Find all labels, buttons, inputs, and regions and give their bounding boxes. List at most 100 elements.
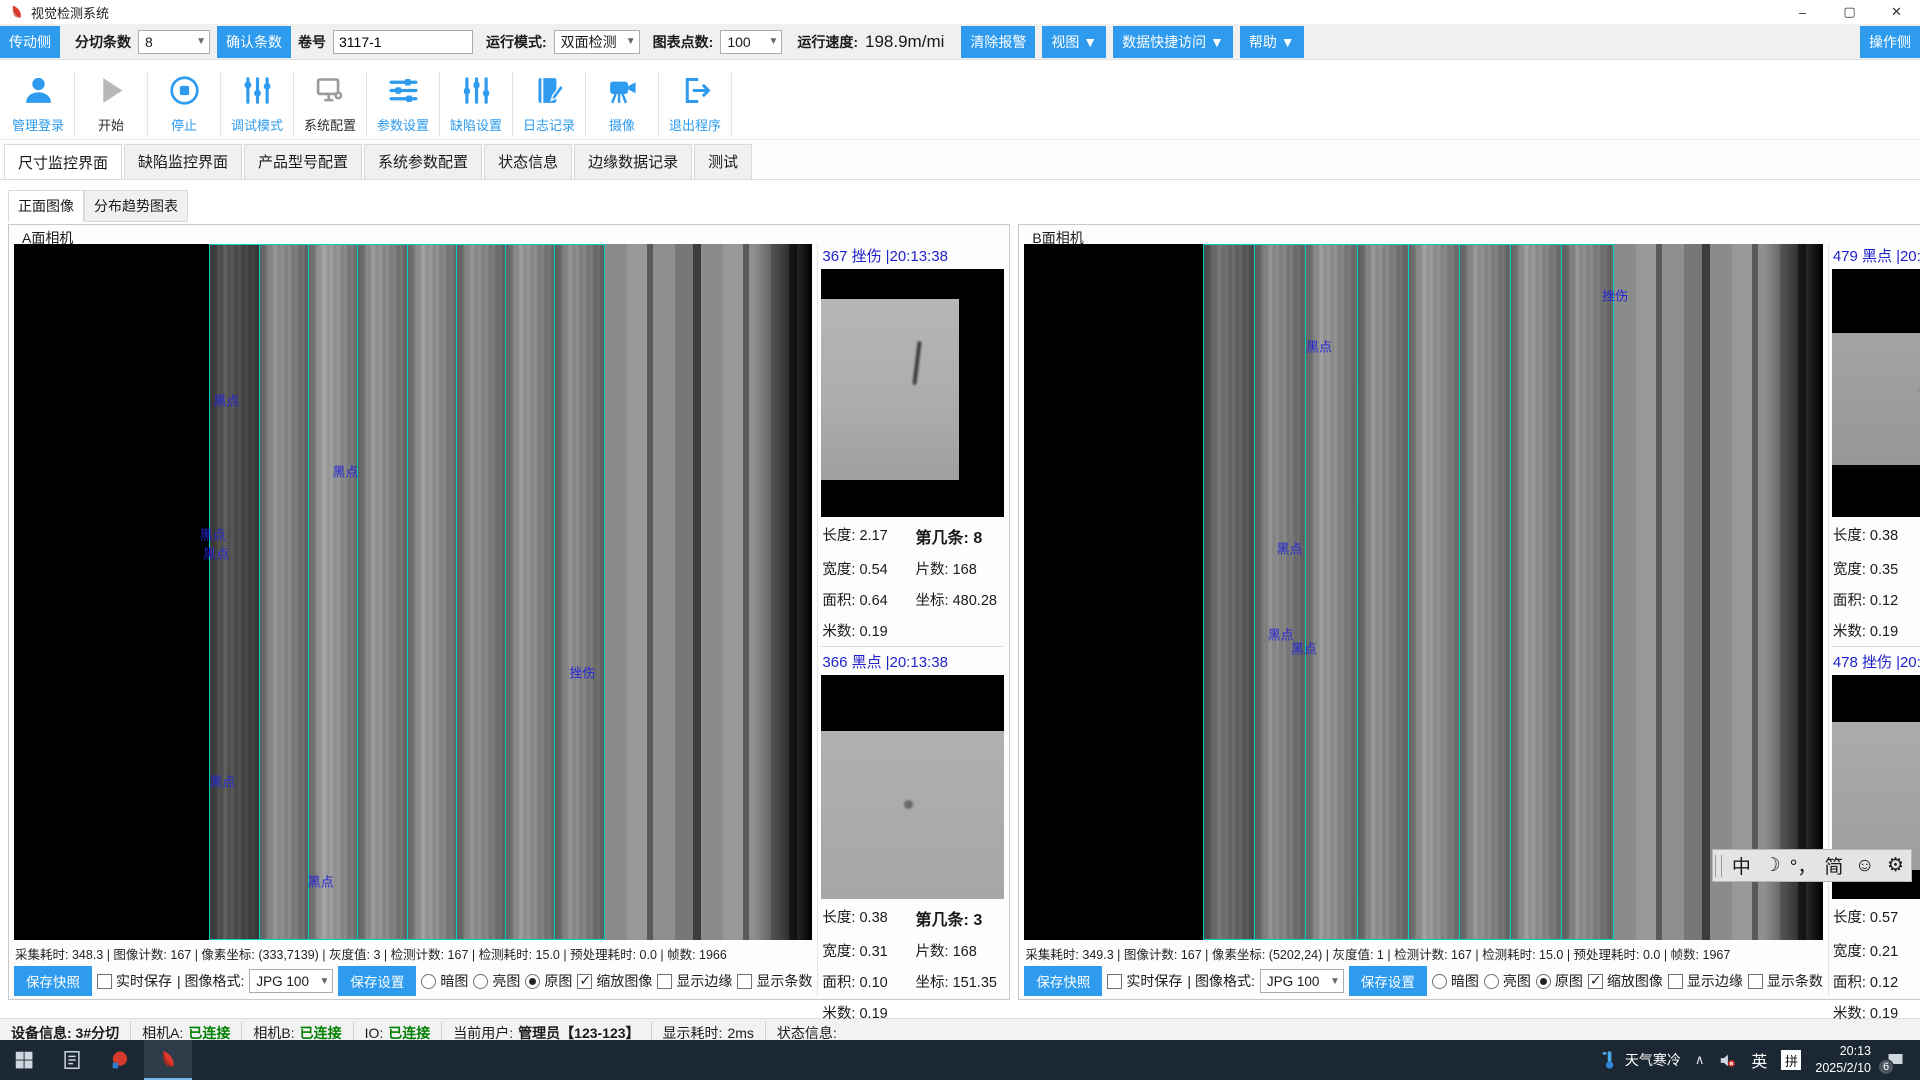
toolbar-button-log-record[interactable]: 日志记录 xyxy=(513,71,586,136)
volume-muted-icon[interactable] xyxy=(1718,1051,1737,1070)
ime-mode-chinese[interactable]: 中 xyxy=(1726,852,1757,879)
tab-product-model-config[interactable]: 产品型号配置 xyxy=(244,144,362,179)
dark-image-radio[interactable]: 暗图 xyxy=(1432,971,1479,991)
main-tab-strip: 尺寸监控界面缺陷监控界面产品型号配置系统参数配置状态信息边缘数据记录测试 xyxy=(0,140,1920,180)
split-count-select[interactable]: 8▼ xyxy=(138,30,210,54)
bright-image-radio[interactable]: 亮图 xyxy=(473,971,520,991)
run-mode-label: 运行模式: xyxy=(486,32,547,52)
ime-settings-icon[interactable]: ⚙ xyxy=(1880,854,1911,877)
drive-side-button[interactable]: 传动侧 xyxy=(0,26,60,58)
weather-widget[interactable]: 天气寒冷 xyxy=(1599,1049,1681,1071)
save-settings-button[interactable]: 保存设置 xyxy=(1349,966,1427,996)
operator-side-button[interactable]: 操作侧 xyxy=(1860,26,1920,58)
defect-card[interactable]: 479 黑点|20:13:38 长度: 0.38 第几条: 4 宽度: 0.35… xyxy=(1832,244,1920,641)
show-edges-checkbox[interactable]: 显示边缘 xyxy=(1668,971,1743,991)
subtab-distribution-trend-chart[interactable]: 分布趋势图表 xyxy=(84,190,188,222)
help-menu-button[interactable]: 帮助 ▼ xyxy=(1240,26,1304,58)
tab-defect-monitor[interactable]: 缺陷监控界面 xyxy=(124,144,242,179)
taskbar-app-vision-system-icon[interactable] xyxy=(144,1040,192,1080)
camera-image-b[interactable]: 挫伤黑点黑点黑点黑点 xyxy=(1024,244,1822,940)
toolbar-button-start[interactable]: 开始 xyxy=(75,71,148,136)
tab-size-monitor[interactable]: 尺寸监控界面 xyxy=(4,144,122,179)
cut-strip xyxy=(456,244,506,940)
quick-access-menu-button[interactable]: 数据快捷访问 ▼ xyxy=(1113,26,1233,58)
ime-drag-handle[interactable] xyxy=(1715,855,1722,877)
image-format-select[interactable]: JPG 100▼ xyxy=(1260,969,1344,993)
uncut-region-a xyxy=(605,244,813,940)
checkbox-icon xyxy=(657,974,672,989)
toolbar-button-debug-mode[interactable]: 调试模式 xyxy=(221,71,294,136)
checkbox-icon xyxy=(97,974,112,989)
roll-number-input[interactable] xyxy=(333,30,473,54)
maximize-button[interactable]: ▢ xyxy=(1826,0,1873,24)
tab-system-param-config[interactable]: 系统参数配置 xyxy=(364,144,482,179)
defect-overlay-label: 黑点 xyxy=(1276,538,1302,557)
start-button[interactable] xyxy=(0,1040,48,1080)
defect-card[interactable]: 367 挫伤|20:13:38 长度: 2.17 第几条: 8 宽度: 0.54… xyxy=(821,244,1004,641)
toolbar-button-admin-login[interactable]: 管理登录 xyxy=(2,71,75,136)
save-settings-button[interactable]: 保存设置 xyxy=(338,966,416,996)
chart-points-select[interactable]: 100▼ xyxy=(720,30,782,54)
ime-simplified-icon[interactable]: 简 xyxy=(1818,852,1849,879)
tab-test[interactable]: 测试 xyxy=(694,144,752,179)
defect-card[interactable]: 478 挫伤|20:13:38 长度: 0.57 第几条: 3 宽度: 0.21… xyxy=(1832,646,1920,1023)
original-image-radio[interactable]: 原图 xyxy=(1536,971,1583,991)
ime-pinyin-badge[interactable]: 拼 xyxy=(1781,1050,1801,1070)
ime-fullwidth-icon[interactable]: ☽ xyxy=(1757,854,1788,877)
subtab-front-image[interactable]: 正面图像 xyxy=(8,190,84,222)
show-edges-checkbox[interactable]: 显示边缘 xyxy=(657,971,732,991)
defect-panel-a: 367 挫伤|20:13:38 长度: 2.17 第几条: 8 宽度: 0.54… xyxy=(817,244,1004,996)
save-snapshot-button[interactable]: 保存快照 xyxy=(14,966,92,996)
toolbar-button-label: 参数设置 xyxy=(377,115,429,134)
show-strips-checkbox[interactable]: 显示条数 xyxy=(1748,971,1823,991)
save-snapshot-button[interactable]: 保存快照 xyxy=(1024,966,1102,996)
user-icon xyxy=(22,74,55,112)
defect-overlay-label: 黑点 xyxy=(332,462,358,481)
confirm-count-button[interactable]: 确认条数 xyxy=(217,26,291,58)
realtime-save-checkbox[interactable]: 实时保存 xyxy=(97,971,172,991)
radio-icon xyxy=(1432,974,1447,989)
camera-panels: A面相机 黑点黑点黑点黑点挫伤黑点黑点 采集耗时: 348.3 | 图像计数: … xyxy=(0,222,1920,1000)
show-strips-checkbox[interactable]: 显示条数 xyxy=(737,971,812,991)
image-format-select[interactable]: JPG 100▼ xyxy=(249,969,333,993)
toolbar-button-system-config[interactable]: 系统配置 xyxy=(294,71,367,136)
thermometer-icon xyxy=(1599,1049,1619,1071)
cut-strip xyxy=(308,244,358,940)
defect-card[interactable]: 366 黑点|20:13:38 长度: 0.38 第几条: 3 宽度: 0.31… xyxy=(821,646,1004,1023)
icon-toolbar: 管理登录开始停止调试模式系统配置参数设置缺陷设置日志记录摄像退出程序 xyxy=(0,60,1920,140)
realtime-save-checkbox[interactable]: 实时保存 xyxy=(1107,971,1182,991)
toolbar-button-label: 管理登录 xyxy=(12,115,64,134)
cut-strip xyxy=(554,244,604,940)
taskbar-app-red-icon[interactable] xyxy=(96,1040,144,1080)
taskbar-app-notes-icon[interactable] xyxy=(48,1040,96,1080)
run-speed-label: 运行速度: xyxy=(797,32,858,52)
original-image-radio[interactable]: 原图 xyxy=(525,971,572,991)
checkbox-icon xyxy=(1107,974,1122,989)
taskbar-clock[interactable]: 20:13 2025/2/10 xyxy=(1815,1043,1871,1077)
ime-punctuation-icon[interactable]: °， xyxy=(1788,852,1819,879)
dark-image-radio[interactable]: 暗图 xyxy=(421,971,468,991)
toolbar-button-defect-settings[interactable]: 缺陷设置 xyxy=(440,71,513,136)
ime-emoji-icon[interactable]: ☺ xyxy=(1849,855,1880,877)
cut-strip xyxy=(1561,244,1613,940)
zoom-image-checkbox[interactable]: 缩放图像 xyxy=(1588,971,1663,991)
tray-expand-chevron[interactable]: ∧ xyxy=(1695,1052,1705,1068)
defect-overlay-label: 黑点 xyxy=(1291,638,1317,657)
clear-alarm-button[interactable]: 清除报警 xyxy=(961,26,1035,58)
tab-status-info[interactable]: 状态信息 xyxy=(484,144,572,179)
toolbar-button-exit-program[interactable]: 退出程序 xyxy=(659,71,732,136)
toolbar-button-video-capture[interactable]: 摄像 xyxy=(586,71,659,136)
zoom-image-checkbox[interactable]: 缩放图像 xyxy=(577,971,652,991)
close-button[interactable]: ✕ xyxy=(1873,0,1920,24)
notification-center-button[interactable]: 6 xyxy=(1885,1050,1910,1071)
toolbar-button-param-settings[interactable]: 参数设置 xyxy=(367,71,440,136)
toolbar-button-stop[interactable]: 停止 xyxy=(148,71,221,136)
tab-edge-data-record[interactable]: 边缘数据记录 xyxy=(574,144,692,179)
checkbox-icon xyxy=(1668,974,1683,989)
bright-image-radio[interactable]: 亮图 xyxy=(1484,971,1531,991)
language-indicator[interactable]: 英 xyxy=(1751,1048,1767,1072)
view-menu-button[interactable]: 视图 ▼ xyxy=(1042,26,1106,58)
minimize-button[interactable]: – xyxy=(1779,0,1826,24)
run-mode-select[interactable]: 双面检测▼ xyxy=(554,30,640,54)
camera-image-a[interactable]: 黑点黑点黑点黑点挫伤黑点黑点 xyxy=(14,244,812,940)
